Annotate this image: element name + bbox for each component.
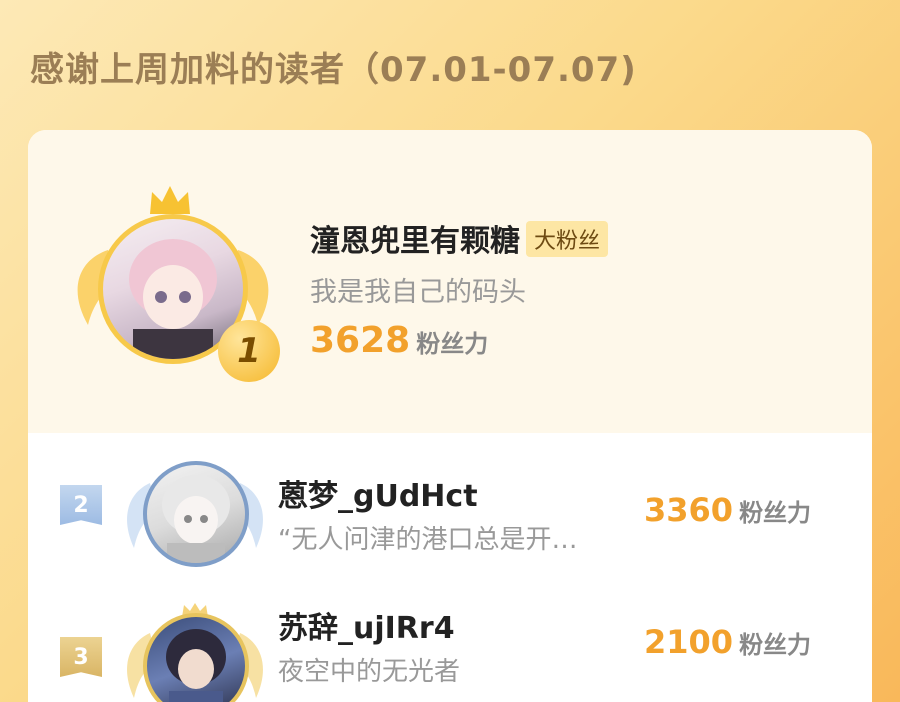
rank-1-medal: 1 <box>218 320 280 382</box>
rank-3-name[interactable]: 苏辞_ujIRr4 <box>278 603 455 647</box>
score-value: 3360 <box>644 491 734 529</box>
rank-2-entry[interactable]: 2 蒽梦_gUdHct “无人问津的港口总是开… 3360 粉丝力 <box>28 433 872 583</box>
rank-2-flag: 2 <box>60 485 102 525</box>
fan-level-badge: 大粉丝 <box>526 221 609 257</box>
rank-1-name-text: 潼恩兜里有颗糖 <box>310 224 520 259</box>
rank-1-motto: 我是我自己的码头 <box>310 277 526 308</box>
rank-1-number: 1 <box>237 331 261 371</box>
rank-2-motto: “无人问津的港口总是开… <box>278 525 578 555</box>
avatar-illustration <box>162 475 230 563</box>
rank-1-avatar-group[interactable]: 1 <box>68 180 280 382</box>
leaderboard-card: 1 潼恩兜里有颗糖 大粉丝 我是我自己的码头 3628 粉丝力 2 蒽梦_gUd… <box>28 130 872 702</box>
avatar[interactable] <box>143 461 249 567</box>
crown-icon <box>150 186 190 214</box>
score-value: 3628 <box>310 320 411 361</box>
score-unit: 粉丝力 <box>739 499 812 527</box>
rank-1-name[interactable]: 潼恩兜里有颗糖 大粉丝 <box>310 216 609 260</box>
rank-2-name[interactable]: 蒽梦_gUdHct <box>278 471 478 515</box>
rank-3-motto: 夜空中的无光者 <box>278 657 461 687</box>
rank-3-entry[interactable]: 3 苏辞_ujIRr4 夜空中的无光者 2100 粉丝力 <box>28 583 872 702</box>
page-title: 感谢上周加料的读者（07.01-07.07) <box>30 50 637 90</box>
rank-1-score: 3628 粉丝力 <box>310 320 488 361</box>
score-unit: 粉丝力 <box>739 631 812 659</box>
score-unit: 粉丝力 <box>416 330 489 358</box>
rank-3-flag: 3 <box>60 637 102 677</box>
rank-3-score: 2100 粉丝力 <box>644 623 811 661</box>
avatar-illustration <box>166 629 226 702</box>
rank-1-entry[interactable]: 1 潼恩兜里有颗糖 大粉丝 我是我自己的码头 3628 粉丝力 <box>28 130 872 433</box>
rank-2-score: 3360 粉丝力 <box>644 491 811 529</box>
rank-2-number: 2 <box>73 492 89 518</box>
score-value: 2100 <box>644 623 734 661</box>
rank-3-number: 3 <box>73 644 89 670</box>
